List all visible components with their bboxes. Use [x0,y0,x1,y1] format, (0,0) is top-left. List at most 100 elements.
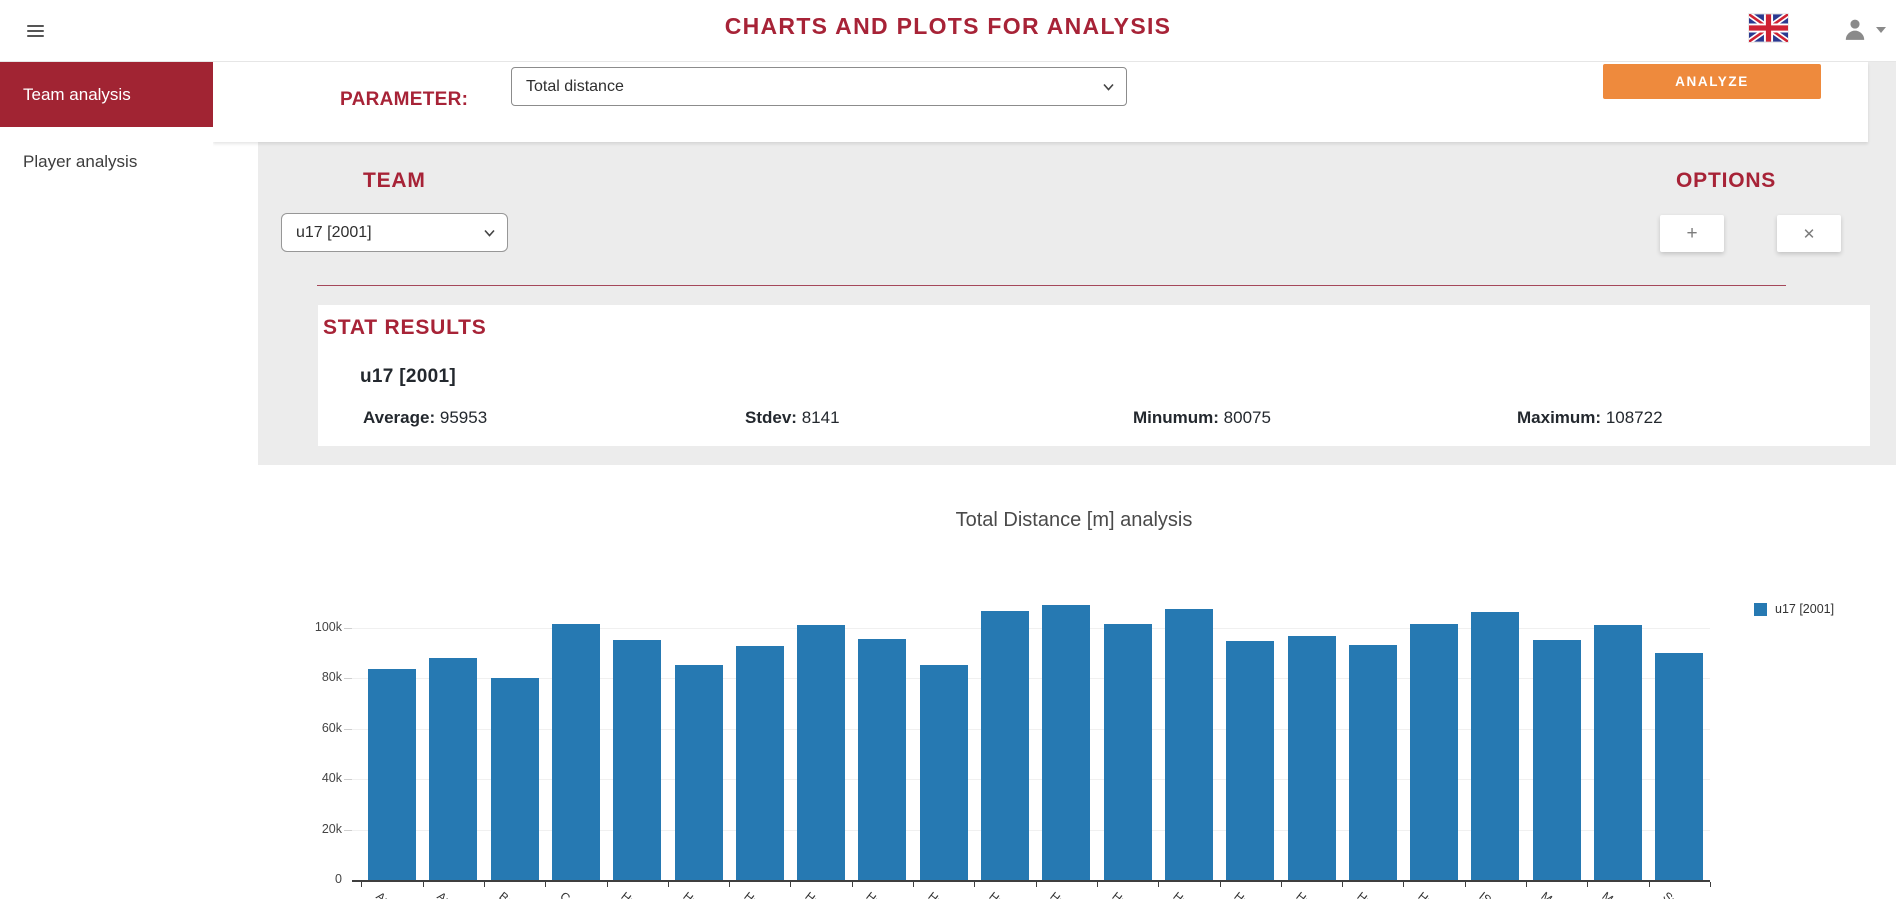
bar-Hu[interactable] [1349,645,1397,880]
x-tick [1220,882,1221,887]
app-root: CHARTS AND PLOTS FOR ANALYSIS Team analy… [0,0,1896,899]
analyze-button[interactable]: ANALYZE [1603,64,1821,99]
bar-Hu[interactable] [613,640,661,880]
y-axis-tick-label: 20k [298,822,342,836]
stat-results-card: STAT RESULTS u17 [2001] Average: 95953 S… [318,305,1870,446]
x-tick [1710,882,1711,887]
y-tick [344,729,352,730]
x-axis-line [352,880,1710,882]
x-tick [361,882,362,887]
bar-Co[interactable] [552,624,600,880]
x-tick [1465,882,1466,887]
bar-Ap[interactable] [368,669,416,880]
legend-label: u17 [2001] [1775,602,1834,616]
y-axis-tick-label: 80k [298,670,342,684]
x-tick [729,882,730,887]
uk-flag-icon[interactable] [1749,14,1788,42]
section-divider [317,285,1786,286]
stat-value: 95953 [440,408,487,427]
remove-team-button[interactable]: ✕ [1777,215,1841,252]
sidebar: Team analysis Player analysis [0,62,213,899]
stat-value: 8141 [802,408,840,427]
bar-Hu[interactable] [736,646,784,880]
parameter-select[interactable]: Total distance [511,67,1127,106]
x-tick [1342,882,1343,887]
stats-team-name: u17 [2001] [360,366,456,388]
x-tick [852,882,853,887]
x-tick [484,882,485,887]
x-tick [1587,882,1588,887]
app-header: CHARTS AND PLOTS FOR ANALYSIS [0,0,1896,62]
add-team-button[interactable]: + [1660,215,1724,252]
bar-Hu[interactable] [1042,605,1090,880]
person-icon [1842,16,1868,42]
x-tick [790,882,791,887]
y-axis-tick-label: 0 [298,872,342,886]
x-tick [1281,882,1282,887]
x-tick [913,882,914,887]
stat-label: Minumum: [1133,408,1219,427]
bar-Hu[interactable] [1104,624,1152,880]
stat-stdev: Stdev: 8141 [745,408,840,428]
y-tick [344,830,352,831]
y-axis-tick-label: 60k [298,721,342,735]
stat-value: 80075 [1224,408,1271,427]
bar-Be[interactable] [491,678,539,880]
app-title: CHARTS AND PLOTS FOR ANALYSIS [0,13,1896,40]
y-axis-tick-label: 100k [298,620,342,634]
stat-label: Maximum: [1517,408,1601,427]
sidebar-item-team-analysis[interactable]: Team analysis [0,62,213,127]
bar-Hu[interactable] [797,625,845,880]
legend-swatch [1754,603,1767,616]
bar-Hu[interactable] [981,611,1029,880]
chevron-down-icon [484,229,493,238]
x-tick [974,882,975,887]
stat-average: Average: 95953 [363,408,487,428]
x-tick [1158,882,1159,887]
x-tick [1403,882,1404,887]
parameter-card: PARAMETER: Total distance ANALYZE [213,62,1868,142]
team-select-value: u17 [2001] [296,224,372,242]
team-heading: TEAM [363,169,426,193]
user-menu[interactable] [1842,16,1886,44]
sidebar-item-player-analysis[interactable]: Player analysis [0,127,213,197]
bar-Ma[interactable] [1533,640,1581,880]
team-select[interactable]: u17 [2001] [281,213,508,252]
y-axis-tick-label: 40k [298,771,342,785]
stat-minimum: Minumum: 80075 [1133,408,1271,428]
x-tick [545,882,546,887]
stat-label: Stdev: [745,408,797,427]
x-tick [1526,882,1527,887]
y-tick [344,628,352,629]
parameter-label: PARAMETER: [340,89,468,111]
x-tick [1036,882,1037,887]
bar-Spa[interactable] [1655,653,1703,880]
stat-label: Average: [363,408,435,427]
chevron-down-icon [1103,83,1112,92]
bar-Hu[interactable] [920,665,968,880]
stat-value: 108722 [1606,408,1663,427]
chart-legend[interactable]: u17 [2001] [1754,602,1834,616]
x-tick [1649,882,1650,887]
bar-Hu[interactable] [1410,624,1458,880]
stat-results-heading: STAT RESULTS [323,316,487,340]
bar-Hu[interactable] [675,665,723,880]
y-tick [344,678,352,679]
chevron-down-icon [1876,27,1886,33]
bar-Hu[interactable] [1226,641,1274,880]
bar-Ma[interactable] [1594,625,1642,880]
bar-ISo[interactable] [1471,612,1519,880]
bar-Hu[interactable] [858,639,906,880]
parameter-select-value: Total distance [526,78,624,96]
chart-title: Total Distance [m] analysis [674,509,1474,532]
bar-Ap[interactable] [429,658,477,880]
bar-Hu[interactable] [1288,636,1336,880]
stat-maximum: Maximum: 108722 [1517,408,1663,428]
x-tick [607,882,608,887]
x-tick [423,882,424,887]
x-tick [1097,882,1098,887]
x-tick [668,882,669,887]
bar-Hu[interactable] [1165,609,1213,880]
options-heading: OPTIONS [1676,169,1776,193]
y-tick [344,779,352,780]
